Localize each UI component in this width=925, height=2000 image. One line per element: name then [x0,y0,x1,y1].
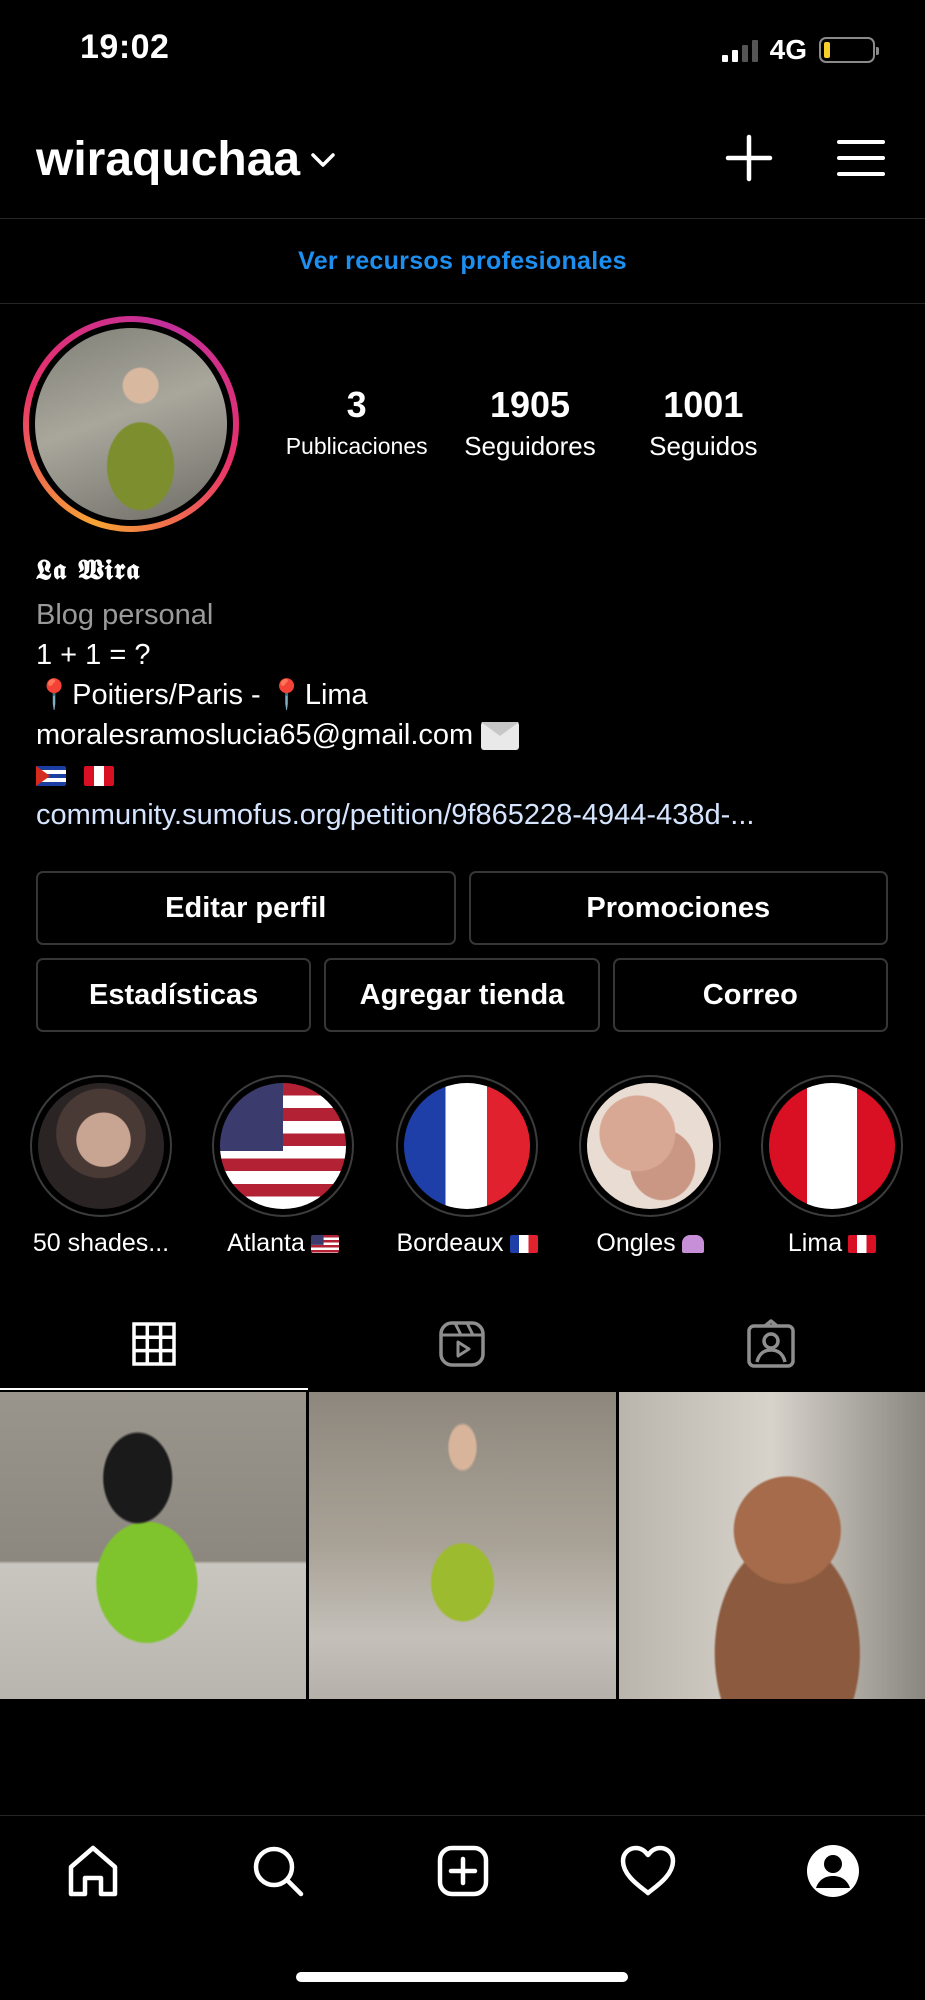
post-thumbnail[interactable] [618,1392,925,1699]
professional-banner: Ver recursos profesionales [0,218,925,304]
nav-search[interactable] [185,1816,370,1925]
highlight-item[interactable]: Bordeaux [392,1075,542,1258]
display-name: 𝕷𝖆 𝖂𝖎𝖗𝖆 [36,553,141,586]
highlight-item[interactable]: 50 shades... [26,1075,176,1258]
bio-link[interactable]: community.sumofus.org/petition/9f865228-… [36,795,886,835]
tab-reels[interactable] [308,1298,616,1390]
cuba-flag-icon [36,766,66,787]
highlight-label: Lima [787,1229,843,1257]
stat-label: Publicaciones [285,433,428,459]
highlight-item[interactable]: Lima [757,1075,907,1258]
menu-icon [837,140,885,176]
professional-resources-link[interactable]: Ver recursos profesionales [298,247,627,276]
promotions-button[interactable]: Promociones [468,871,888,945]
pin-icon: 📍 [268,679,305,711]
nail-polish-icon [681,1235,704,1254]
highlight-label: 50 shades... [32,1229,170,1257]
highlight-cover [404,1083,530,1209]
highlight-item[interactable]: Atlanta [208,1075,358,1258]
nav-activity[interactable] [555,1816,740,1925]
location-text: Lima [304,679,368,711]
menu-button[interactable] [833,130,889,186]
tab-tagged[interactable] [617,1298,925,1390]
search-icon [253,1846,303,1896]
france-flag-icon [509,1235,538,1254]
battery-icon [819,37,879,63]
email-text: moralesramoslucia65@gmail.com [36,719,474,751]
statistics-button[interactable]: Estadísticas [36,958,312,1032]
profile-tabs [0,1298,925,1390]
add-shop-button[interactable]: Agregar tienda [324,958,600,1032]
new-post-button[interactable] [721,130,777,186]
plus-icon [725,134,773,182]
bottom-nav [0,1815,925,1925]
edit-profile-button[interactable]: Editar perfil [36,871,456,945]
status-bar: 19:02 4G [0,0,925,100]
nav-profile[interactable] [740,1816,925,1925]
stat-value: 1001 [663,384,744,425]
stat-followers[interactable]: 1905 Seguidores [443,384,616,464]
status-indicators: 4G [721,34,879,66]
tagged-icon [747,1319,795,1368]
highlight-cover [220,1083,346,1209]
highlight-item[interactable]: Ongles [575,1075,725,1258]
email-button[interactable]: Correo [612,958,888,1032]
heart-icon [620,1845,675,1895]
create-icon [437,1845,488,1896]
profile-header: wiraquchaa [0,110,925,210]
highlight-cover [587,1083,713,1209]
grid-icon [132,1322,176,1366]
highlight-cover [38,1083,164,1209]
stat-label: Seguidos [649,431,758,461]
avatar-image [35,328,227,520]
peru-flag-icon [84,766,114,787]
username: wiraquchaa [36,133,301,186]
story-highlights: 50 shades... Atlanta Bordeaux Ongles Lim… [0,1075,925,1265]
account-switcher[interactable]: wiraquchaa [36,132,336,187]
stat-value: 3 [346,384,367,425]
posts-grid [0,1392,925,1699]
profile-bio: 𝕷𝖆 𝖂𝖎𝖗𝖆 Blog personal 1 + 1 = ? 📍Poitier… [36,553,896,835]
envelope-icon [481,722,520,751]
bio-flags [36,755,896,795]
post-thumbnail[interactable] [309,1392,616,1699]
nav-home[interactable] [0,1816,185,1925]
bio-email: moralesramoslucia65@gmail.com [36,715,896,755]
nav-create[interactable] [370,1816,555,1925]
action-buttons-row-2: Estadísticas Agregar tienda Correo [36,958,888,1032]
pin-icon: 📍 [36,679,73,711]
post-thumbnail[interactable] [0,1392,307,1699]
bio-location: 📍Poitiers/Paris - 📍Lima [36,675,896,715]
highlight-cover [769,1083,895,1209]
avatar[interactable] [23,316,239,532]
home-icon [68,1845,117,1896]
stat-label: Seguidores [464,431,596,461]
location-text: Poitiers/Paris - [72,679,269,711]
tab-posts-grid[interactable] [0,1298,309,1390]
status-time: 19:02 [80,28,170,66]
profile-stats: 3 Publicaciones 1905 Seguidores 1001 Seg… [270,384,790,464]
home-indicator [296,1972,628,1982]
peru-flag-icon [848,1235,877,1254]
highlight-label: Bordeaux [396,1229,504,1257]
bio-line: 1 + 1 = ? [36,639,151,671]
usa-flag-icon [310,1235,339,1254]
signal-icon [721,38,758,62]
profile-category: Blog personal [36,599,214,631]
highlight-label: Atlanta [227,1229,305,1257]
chevron-down-icon [310,151,336,169]
network-label: 4G [769,34,807,65]
stat-posts[interactable]: 3 Publicaciones [270,384,443,464]
profile-icon [806,1844,859,1897]
reels-icon [439,1321,486,1367]
action-buttons-row-1: Editar perfil Promociones [36,871,888,945]
highlight-label: Ongles [596,1229,676,1257]
stat-value: 1905 [489,384,571,425]
stat-following[interactable]: 1001 Seguidos [617,384,790,464]
